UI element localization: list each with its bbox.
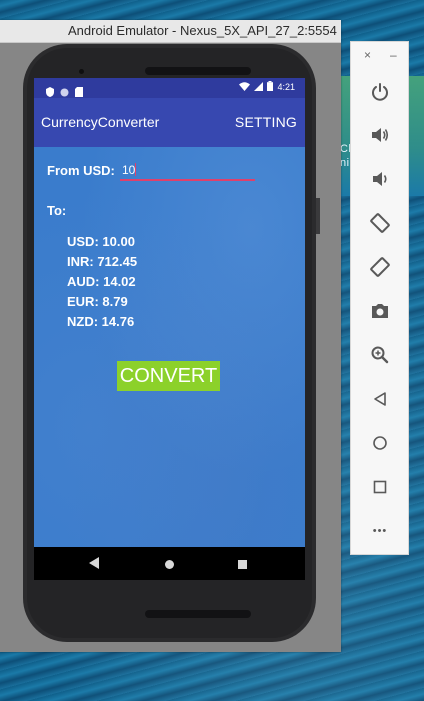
overview-icon <box>372 479 388 495</box>
emulator-titlebar[interactable]: Android Emulator - Nexus_5X_API_27_2:555… <box>0 20 341 43</box>
setting-button[interactable]: SETTING <box>235 114 297 130</box>
phone-side-button[interactable] <box>316 198 320 234</box>
app-bar: CurrencyConverter SETTING <box>34 98 305 147</box>
power-icon <box>370 82 390 102</box>
result-eur: EUR: 8.79 <box>67 294 128 309</box>
power-button[interactable] <box>365 77 395 107</box>
app-title: CurrencyConverter <box>41 114 160 130</box>
nav-home-button[interactable] <box>161 555 177 571</box>
bottom-speaker <box>145 610 251 618</box>
overview-icon <box>237 554 247 573</box>
back-icon <box>372 391 388 407</box>
overview-button[interactable] <box>365 472 395 502</box>
wifi-icon <box>239 81 251 93</box>
zoom-icon <box>370 345 390 365</box>
status-time: 4:21 <box>277 82 295 92</box>
amount-input[interactable] <box>120 161 255 181</box>
result-aud: AUD: 14.02 <box>67 274 136 289</box>
emulator-controls-panel: × – ••• <box>350 41 409 555</box>
back-button[interactable] <box>365 384 395 414</box>
screenshot-button[interactable] <box>365 296 395 326</box>
signal-icon <box>254 81 264 93</box>
navigation-bar <box>34 547 305 580</box>
to-label: To: <box>47 203 67 218</box>
back-icon <box>89 554 99 573</box>
result-nzd: NZD: 14.76 <box>67 314 135 329</box>
conversion-results: USD: 10.00 INR: 712.45 AUD: 14.02 EUR: 8… <box>67 232 137 332</box>
volume-down-icon <box>370 169 390 189</box>
rotate-right-button[interactable] <box>365 252 395 282</box>
result-inr: INR: 712.45 <box>67 254 138 269</box>
from-usd-label: From USD: <box>47 163 115 178</box>
rotate-right-icon <box>369 256 391 278</box>
camera-icon <box>370 302 390 320</box>
home-icon <box>372 435 388 451</box>
more-icon: ••• <box>372 525 388 537</box>
rotate-left-icon <box>369 212 391 234</box>
zoom-button[interactable] <box>365 340 395 370</box>
nav-back-button[interactable] <box>86 555 102 571</box>
front-camera <box>79 69 84 74</box>
panel-minimize-button[interactable]: – <box>390 48 397 62</box>
phone-screen: 4:21 CurrencyConverter SETTING From USD:… <box>34 78 305 580</box>
more-button[interactable]: ••• <box>365 516 395 546</box>
panel-close-button[interactable]: × <box>364 48 371 62</box>
converter-content: From USD: To: USD: 10.00 INR: 712.45 AUD… <box>34 147 305 547</box>
rotate-left-button[interactable] <box>365 208 395 238</box>
panel-window-controls: × – <box>351 42 410 68</box>
volume-up-button[interactable] <box>365 120 395 150</box>
emulator-title: Android Emulator - Nexus_5X_API_27_2:555… <box>68 23 337 38</box>
result-usd: USD: 10.00 <box>67 234 135 249</box>
convert-button[interactable]: CONVERT <box>117 361 220 391</box>
volume-up-icon <box>370 125 390 145</box>
status-bar: 4:21 <box>34 78 305 98</box>
status-right-icons: 4:21 <box>239 81 295 93</box>
battery-icon <box>267 81 274 93</box>
text-caret <box>135 163 136 176</box>
earpiece-speaker <box>145 67 251 75</box>
volume-down-button[interactable] <box>365 164 395 194</box>
home-button[interactable] <box>365 428 395 458</box>
home-icon <box>164 554 174 573</box>
nav-overview-button[interactable] <box>234 555 250 571</box>
